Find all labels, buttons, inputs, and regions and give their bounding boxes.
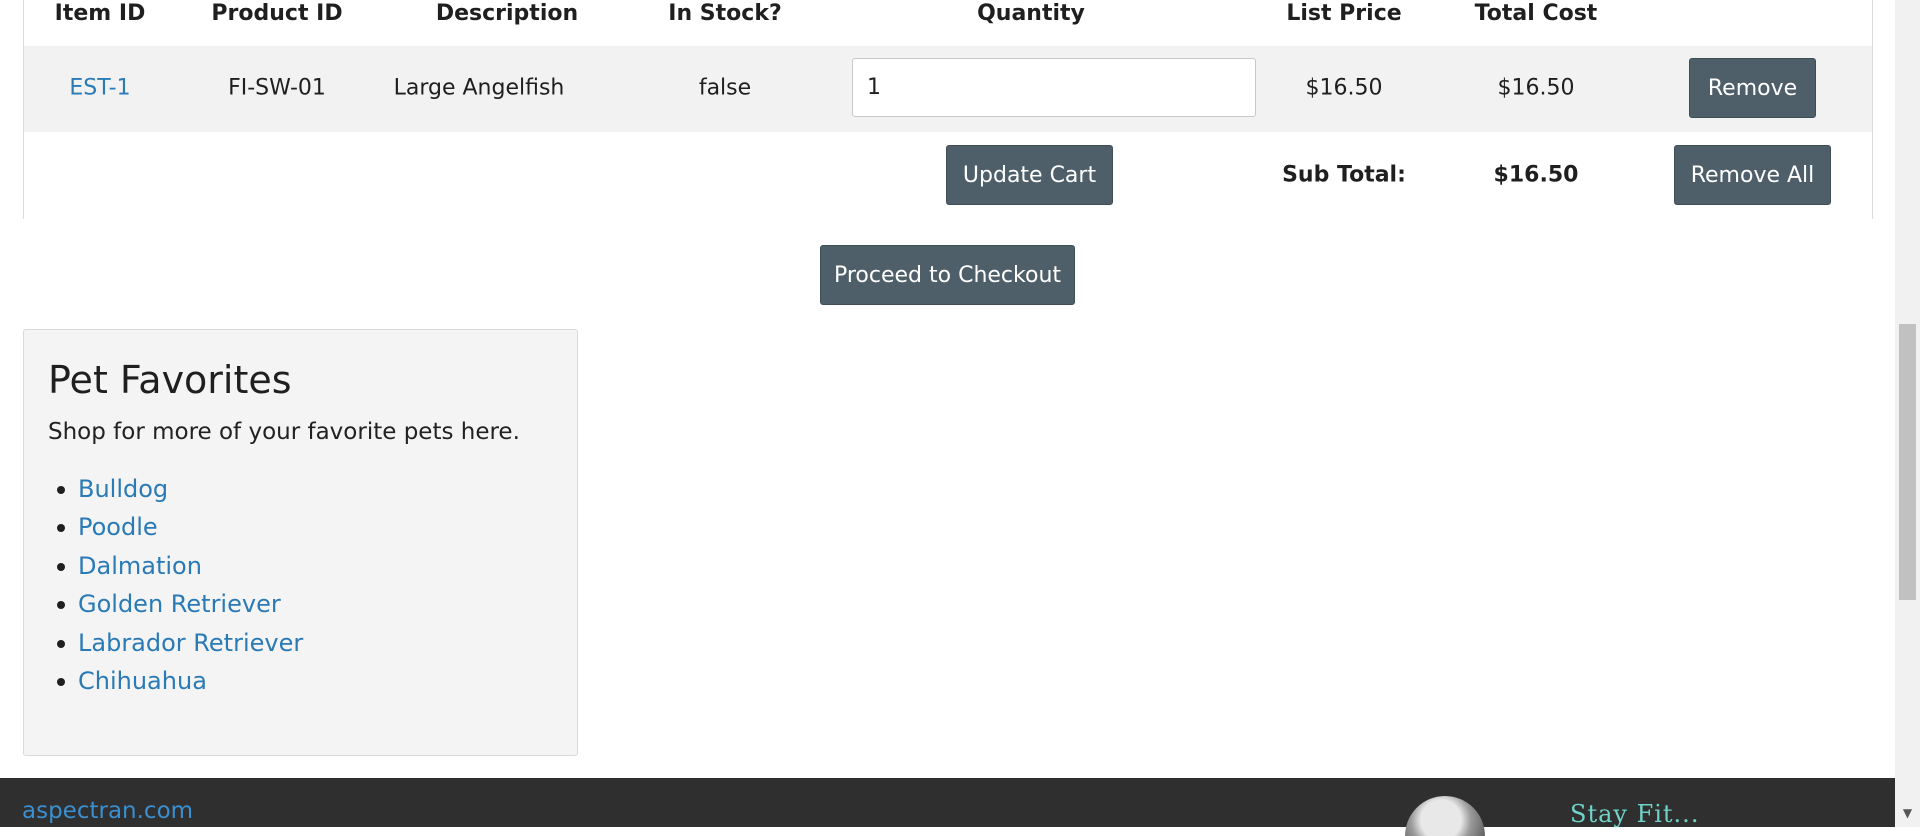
dog-image <box>1405 796 1485 836</box>
remove-button[interactable]: Remove <box>1689 58 1816 118</box>
subtotal-value: $16.50 <box>1493 162 1579 188</box>
total-cost-cell: $16.50 <box>1497 75 1575 101</box>
quantity-input[interactable] <box>852 58 1256 117</box>
footer-banner-text: Stay Fit... <box>1570 800 1700 828</box>
product-id-cell: FI-SW-01 <box>228 75 326 101</box>
favorite-link-chihuahua[interactable]: Chihuahua <box>78 667 207 695</box>
vertical-scrollbar[interactable]: ▼ <box>1895 0 1920 827</box>
list-item: Poodle <box>56 508 303 546</box>
list-item: Labrador Retriever <box>56 624 303 662</box>
pet-favorites-title: Pet Favorites <box>48 358 292 402</box>
favorite-link-labrador-retriever[interactable]: Labrador Retriever <box>78 629 303 657</box>
in-stock-cell: false <box>698 75 752 101</box>
list-item: Bulldog <box>56 470 303 508</box>
header-item-id: Item ID <box>54 1 146 26</box>
list-item: Dalmation <box>56 547 303 585</box>
list-price-cell: $16.50 <box>1305 75 1383 101</box>
favorite-link-poodle[interactable]: Poodle <box>78 513 158 541</box>
header-in-stock: In Stock? <box>668 1 782 26</box>
header-product-id: Product ID <box>211 1 343 26</box>
page: Item ID Product ID Description In Stock?… <box>0 0 1895 836</box>
pet-favorites-text: Shop for more of your favorite pets here… <box>48 419 520 445</box>
proceed-to-checkout-button[interactable]: Proceed to Checkout <box>820 245 1075 305</box>
header-quantity: Quantity <box>977 1 1085 26</box>
favorite-link-bulldog[interactable]: Bulldog <box>78 475 168 503</box>
header-description: Description <box>435 1 579 26</box>
item-id-link[interactable]: EST-1 <box>69 76 130 101</box>
favorite-link-dalmation[interactable]: Dalmation <box>78 552 202 580</box>
description-cell: Large Angelfish <box>393 75 565 101</box>
update-cart-button[interactable]: Update Cart <box>946 145 1113 205</box>
list-item: Chihuahua <box>56 662 303 700</box>
footer: aspectran.com Stay Fit... <box>0 778 1895 836</box>
subtotal-label: Sub Total: <box>1282 162 1406 188</box>
footer-site-link[interactable]: aspectran.com <box>22 798 193 824</box>
pet-favorites-list: Bulldog Poodle Dalmation Golden Retrieve… <box>24 470 303 700</box>
cart-header-row: Item ID Product ID Description In Stock?… <box>24 0 1872 46</box>
list-item: Golden Retriever <box>56 585 303 623</box>
favorite-link-golden-retriever[interactable]: Golden Retriever <box>78 590 281 618</box>
pet-favorites-panel: Pet Favorites Shop for more of your favo… <box>23 329 578 756</box>
cart-table: Item ID Product ID Description In Stock?… <box>23 0 1873 219</box>
header-total-cost: Total Cost <box>1474 1 1598 26</box>
remove-all-button[interactable]: Remove All <box>1674 145 1831 205</box>
header-list-price: List Price <box>1286 1 1402 26</box>
chevron-down-icon[interactable]: ▼ <box>1895 805 1920 821</box>
scrollbar-thumb[interactable] <box>1899 324 1916 600</box>
